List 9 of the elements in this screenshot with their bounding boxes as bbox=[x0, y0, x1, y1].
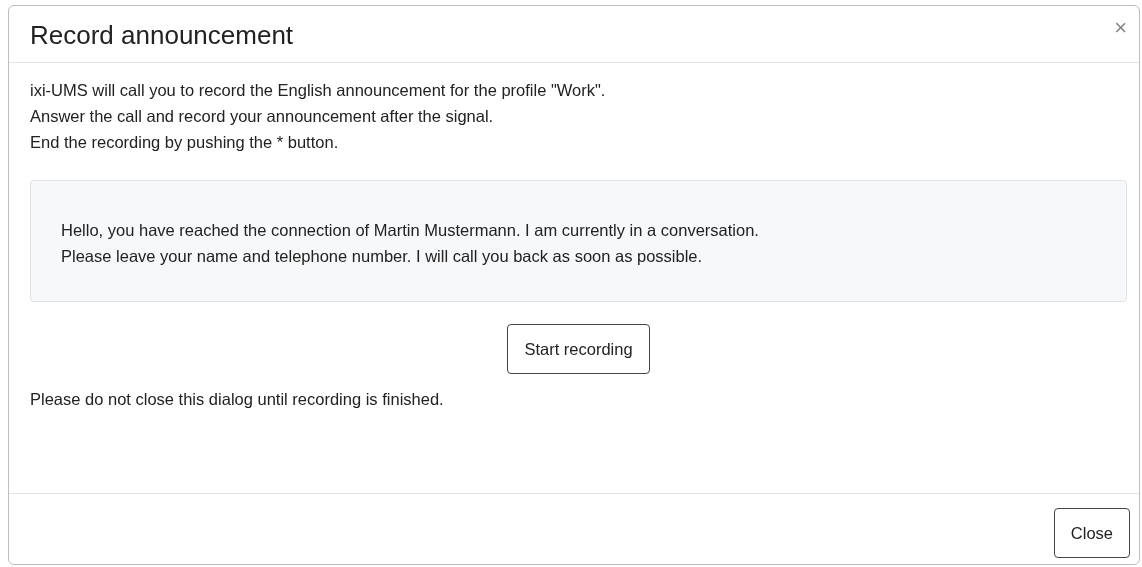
instruction-text: Answer the call and record your announcement after the signal. bbox=[30, 106, 495, 127]
start-recording-button[interactable]: Start recording bbox=[507, 324, 650, 374]
close-button[interactable]: Close bbox=[1053, 508, 1130, 558]
note-text: Please do not close this dialog until recording is finished. bbox=[30, 389, 445, 410]
instruction-text: ixi-UMS will call you to record the English announcement for the profile "Work". bbox=[30, 80, 607, 101]
announcement-text: Hello, you have reached the connection of Martin Mustermann. I am currently in a conversation. bbox=[61, 220, 760, 241]
instruction-text: End the recording by pushing the * button. bbox=[30, 132, 340, 153]
dialog-title: Record announcement bbox=[30, 19, 294, 52]
announcement-text: Please leave your name and telephone number. I will call you back as soon as possible. bbox=[61, 246, 704, 267]
